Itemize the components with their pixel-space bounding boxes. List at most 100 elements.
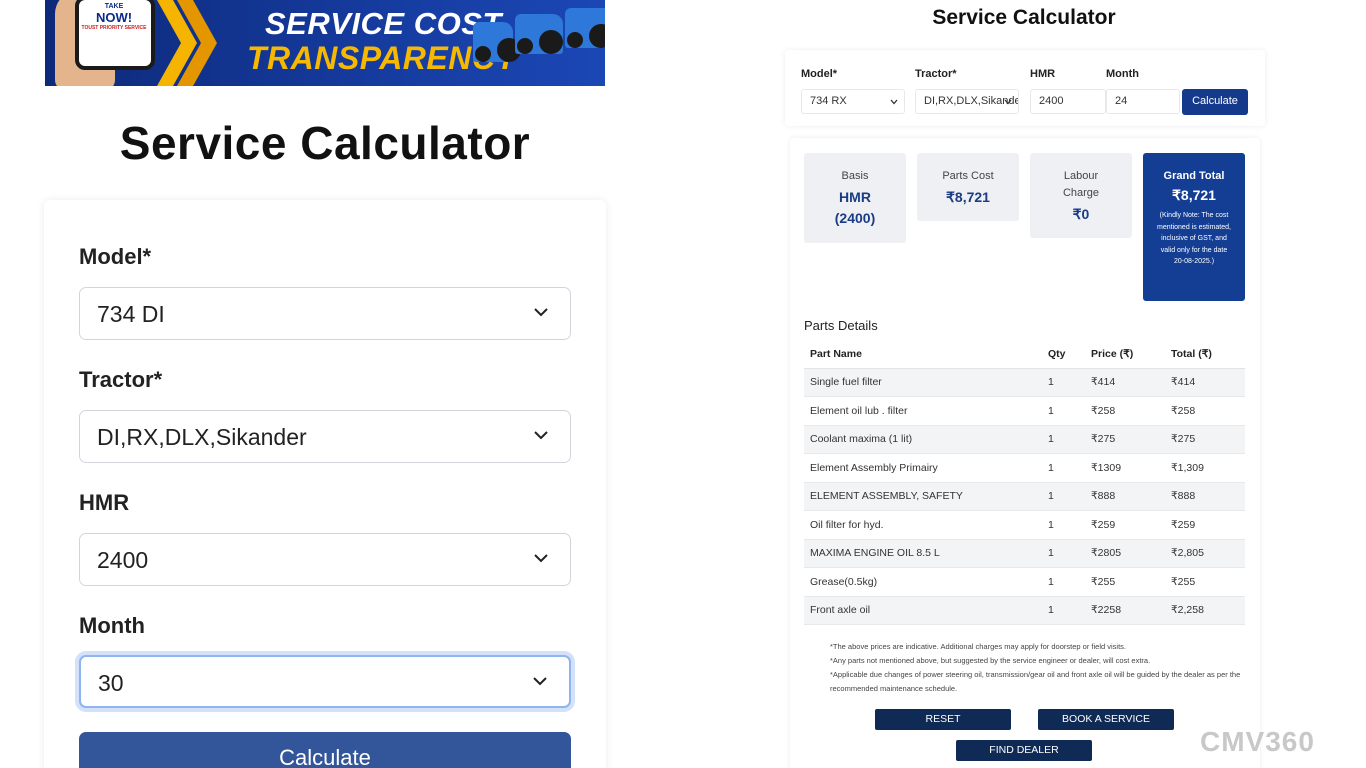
model-value-small: 734 RX — [810, 95, 847, 107]
calculate-button-small[interactable]: Calculate — [1182, 89, 1248, 115]
part-price: ₹2805 — [1085, 539, 1165, 568]
grand-total-label: Grand Total — [1163, 170, 1225, 182]
part-qty: 1 — [1042, 425, 1085, 454]
grand-total-value: ₹8,721 — [1172, 187, 1216, 203]
phone-text: TAKE NOW! TOUST PRIORITY SERVICE — [81, 2, 147, 31]
banner-title-line1: SERVICE COST — [265, 6, 502, 41]
tractor-label: Tractor* — [79, 367, 163, 392]
table-row: Front axle oil 1 ₹2258 ₹2,258 — [804, 596, 1245, 625]
hmr-select[interactable]: 2400 — [79, 533, 571, 586]
labour-charge-value: ₹0 — [1072, 206, 1090, 222]
chevron-down-icon — [534, 308, 548, 317]
tractor-select-small[interactable]: DI,RX,DLX,Sikander — [915, 89, 1019, 114]
model-select-small[interactable]: 734 RX — [801, 89, 905, 114]
chevron-down-icon — [533, 677, 547, 686]
tractor-image — [565, 8, 605, 48]
grand-total-note: (Kindly Note: The cost mentioned is esti… — [1157, 212, 1231, 265]
part-price: ₹414 — [1085, 368, 1165, 397]
basis-tile: Basis HMR (2400) — [804, 153, 906, 243]
hmr-value: 2400 — [97, 547, 149, 573]
note-line: *The above prices are indicative. Additi… — [830, 642, 1126, 651]
parts-cost-value: ₹8,721 — [946, 189, 990, 205]
part-name: Front axle oil — [804, 596, 1042, 625]
part-price: ₹888 — [1085, 482, 1165, 511]
watermark-logo: CMV360 — [1200, 726, 1315, 757]
calculate-button[interactable]: Calculate — [79, 732, 571, 768]
part-price: ₹255 — [1085, 567, 1165, 597]
table-row: Element Assembly Primairy 1 ₹1309 ₹1,309 — [804, 453, 1245, 483]
parts-cost-tile: Parts Cost ₹8,721 — [917, 153, 1019, 221]
hmr-label-small: HMR — [1030, 68, 1056, 80]
part-total: ₹888 — [1165, 482, 1245, 511]
grand-total-tile: Grand Total ₹8,721 (Kindly Note: The cos… — [1143, 153, 1245, 301]
parts-cost-label: Parts Cost — [942, 170, 994, 182]
note-line: *Applicable due changes of power steerin… — [830, 670, 1241, 693]
table-row: ELEMENT ASSEMBLY, SAFETY 1 ₹888 ₹888 — [804, 482, 1245, 511]
note-line: *Any parts not mentioned above, but sugg… — [830, 656, 1151, 665]
month-input-small[interactable]: 24 — [1106, 89, 1180, 114]
column-header: Total (₹) — [1165, 340, 1245, 369]
part-price: ₹259 — [1085, 510, 1165, 540]
column-header: Qty — [1042, 340, 1085, 369]
tractor-image — [473, 22, 521, 62]
part-qty: 1 — [1042, 368, 1085, 397]
service-cost-banner[interactable]: TAKE NOW! TOUST PRIORITY SERVICE SERVICE… — [45, 0, 605, 86]
part-qty: 1 — [1042, 482, 1085, 511]
part-qty: 1 — [1042, 510, 1085, 540]
table-header-row: Part Name Qty Price (₹) Total (₹) — [804, 340, 1245, 369]
part-price: ₹2258 — [1085, 596, 1165, 625]
model-select[interactable]: 734 DI — [79, 287, 571, 340]
part-total: ₹259 — [1165, 510, 1245, 540]
left-panel: TAKE NOW! TOUST PRIORITY SERVICE SERVICE… — [0, 0, 650, 768]
chevron-down-icon — [890, 99, 898, 105]
part-total: ₹2,258 — [1165, 596, 1245, 625]
hmr-value-small: 2400 — [1039, 95, 1064, 107]
tractor-select[interactable]: DI,RX,DLX,Sikander — [79, 410, 571, 463]
hmr-input-small[interactable]: 2400 — [1030, 89, 1106, 114]
part-price: ₹275 — [1085, 425, 1165, 454]
part-total: ₹255 — [1165, 567, 1245, 597]
part-name: MAXIMA ENGINE OIL 8.5 L — [804, 539, 1042, 568]
month-label: Month — [79, 613, 145, 638]
book-service-button[interactable]: BOOK A SERVICE — [1038, 709, 1174, 730]
part-name: Grease(0.5kg) — [804, 567, 1042, 597]
basis-value: HMR (2400) — [834, 189, 876, 226]
part-total: ₹414 — [1165, 368, 1245, 397]
parts-table: Part Name Qty Price (₹) Total (₹) Single… — [804, 340, 1245, 625]
table-row: Element oil lub . filter 1 ₹258 ₹258 — [804, 396, 1245, 426]
part-total: ₹2,805 — [1165, 539, 1245, 568]
part-price: ₹258 — [1085, 396, 1165, 426]
chevron-down-icon — [1004, 99, 1012, 105]
hmr-label: HMR — [79, 490, 130, 515]
column-header: Price (₹) — [1085, 340, 1165, 369]
labour-charge-label: Labour Charge — [1062, 170, 1100, 199]
chevron-down-icon — [534, 554, 548, 563]
tractor-image — [515, 14, 563, 54]
page-title: Service Calculator — [119, 117, 531, 169]
labour-charge-tile: Labour Charge ₹0 — [1030, 153, 1132, 238]
part-name: Single fuel filter — [804, 368, 1042, 397]
part-name: Element Assembly Primairy — [804, 453, 1042, 483]
table-row: MAXIMA ENGINE OIL 8.5 L 1 ₹2805 ₹2,805 — [804, 539, 1245, 568]
basis-label: Basis — [841, 170, 869, 182]
part-qty: 1 — [1042, 453, 1085, 483]
part-name: Coolant maxima (1 lit) — [804, 425, 1042, 454]
part-qty: 1 — [1042, 396, 1085, 426]
page: TAKE NOW! TOUST PRIORITY SERVICE SERVICE… — [0, 0, 1366, 768]
results-title: Service Calculator — [932, 6, 1116, 29]
table-row: Oil filter for hyd. 1 ₹259 ₹259 — [804, 510, 1245, 540]
month-value-small: 24 — [1115, 95, 1128, 107]
find-dealer-button[interactable]: FIND DEALER — [956, 740, 1092, 761]
part-name: ELEMENT ASSEMBLY, SAFETY — [804, 482, 1042, 511]
column-header: Part Name — [804, 340, 1042, 369]
disclaimer-notes: *The above prices are indicative. Additi… — [830, 640, 1246, 696]
month-value: 30 — [98, 670, 124, 696]
table-row: Coolant maxima (1 lit) 1 ₹275 ₹275 — [804, 425, 1245, 454]
month-label-small: Month — [1106, 68, 1139, 80]
chevron-down-icon — [534, 431, 548, 440]
month-select[interactable]: 30 — [79, 655, 571, 708]
part-total: ₹1,309 — [1165, 453, 1245, 483]
part-qty: 1 — [1042, 539, 1085, 568]
reset-button[interactable]: RESET — [875, 709, 1011, 730]
model-label-small: Model* — [801, 68, 838, 80]
